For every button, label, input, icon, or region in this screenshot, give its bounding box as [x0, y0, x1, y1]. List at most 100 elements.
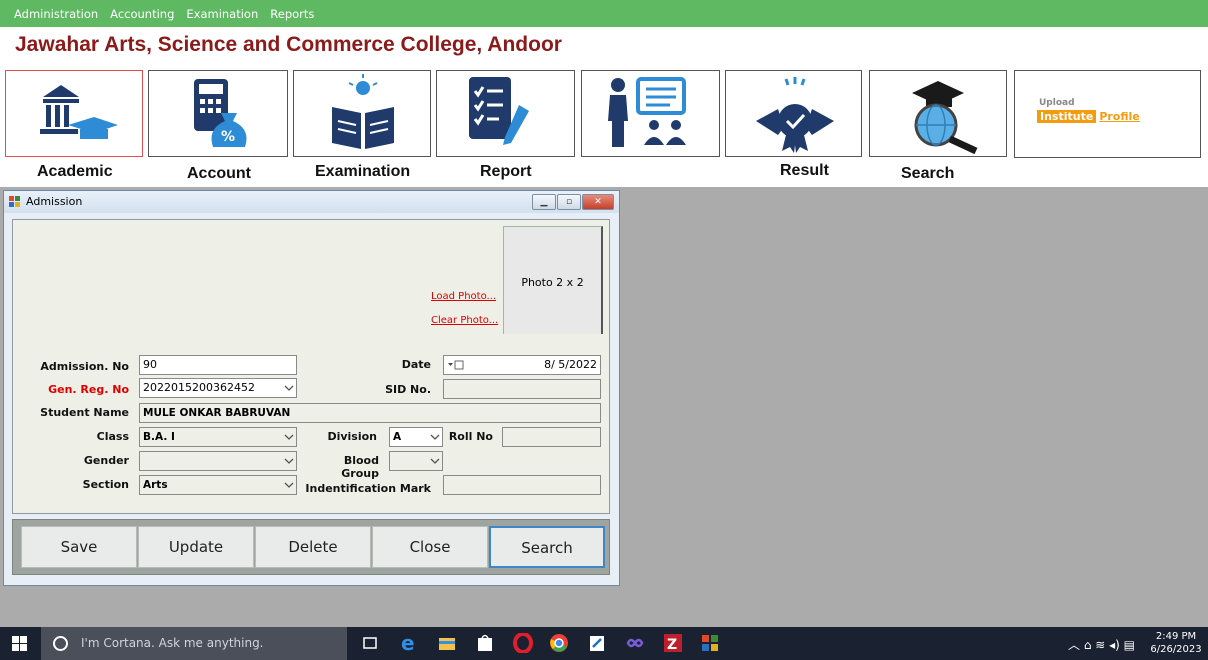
clock-time: 2:49 PM: [1155, 631, 1197, 642]
teaching-tile[interactable]: [581, 70, 720, 157]
section-label: Section: [82, 478, 129, 491]
photo-box: Photo 2 x 2: [503, 226, 603, 334]
infinity-app-icon[interactable]: [625, 633, 645, 653]
admission-no-input[interactable]: 90: [139, 355, 297, 375]
chrome-icon[interactable]: [549, 633, 569, 653]
blood-group-combo[interactable]: [389, 451, 443, 471]
section-combo[interactable]: Arts: [139, 475, 297, 495]
student-name-input[interactable]: MULE ONKAR BABRUVAN: [139, 403, 601, 423]
task-view-icon[interactable]: [360, 633, 380, 653]
opera-icon[interactable]: [513, 633, 533, 653]
system-tray-icons[interactable]: ︿ ⌂ ≋ ◂) ▤: [1068, 636, 1135, 653]
sid-no-input[interactable]: [443, 379, 601, 399]
action-button-bar: Save Update Delete Close Search: [12, 519, 610, 575]
svg-text:e: e: [401, 633, 415, 653]
blood-group-label: Blood Group: [341, 454, 379, 480]
division-label: Division: [327, 430, 377, 443]
load-photo-link[interactable]: Load Photo...: [431, 291, 496, 302]
examination-tile[interactable]: [293, 70, 431, 157]
cortana-search[interactable]: I'm Cortana. Ask me anything.: [41, 627, 347, 660]
close-button[interactable]: Close: [372, 526, 488, 568]
profile-text: Profile: [1099, 110, 1140, 123]
examination-label: Examination: [315, 163, 411, 180]
taskbar-clock[interactable]: 2:49 PM 6/26/2023: [1148, 630, 1204, 656]
menu-bar: Administration Accounting Examination Re…: [0, 0, 1208, 27]
class-combo[interactable]: B.A. I: [139, 427, 297, 447]
update-button[interactable]: Update: [138, 526, 254, 568]
cortana-placeholder: I'm Cortana. Ask me anything.: [81, 636, 264, 650]
date-value: 8/ 5/2022: [544, 358, 597, 371]
file-explorer-icon[interactable]: [437, 633, 457, 653]
windows-start-icon[interactable]: [12, 636, 28, 652]
teacher-class-icon: [608, 77, 686, 147]
account-label: Account: [187, 165, 251, 182]
date-label: Date: [401, 358, 431, 371]
save-button[interactable]: Save: [21, 526, 137, 568]
menu-administration[interactable]: Administration: [14, 7, 98, 21]
close-window-button[interactable]: ✕: [582, 194, 614, 210]
upload-institute-profile[interactable]: Upload Institute Profile: [1014, 70, 1201, 158]
gen-reg-no-value: 2022015200362452: [143, 381, 255, 394]
calculator-money-icon: %: [194, 79, 247, 147]
delete-button[interactable]: Delete: [255, 526, 371, 568]
gen-reg-no-combo[interactable]: 2022015200362452: [139, 378, 297, 398]
globe-search-icon: [912, 81, 978, 155]
book-lightbulb-icon: [332, 74, 394, 149]
account-tile[interactable]: %: [148, 70, 288, 157]
admission-no-label: Admission. No: [40, 360, 129, 373]
menu-examination[interactable]: Examination: [186, 7, 258, 21]
admission-window: Admission ▁ ▫ ✕ Photo 2 x 2 Load Photo..…: [3, 190, 620, 586]
report-label: Report: [480, 163, 532, 180]
division-value: A: [393, 431, 402, 443]
institute-profile-link[interactable]: Institute Profile: [1037, 110, 1140, 123]
result-label: Result: [780, 162, 829, 179]
student-name-label: Student Name: [40, 406, 129, 419]
gender-combo[interactable]: [139, 451, 297, 471]
store-icon[interactable]: [475, 633, 495, 653]
academic-icon: [40, 85, 118, 139]
identification-mark-label: Indentification Mark: [305, 482, 431, 495]
menu-accounting[interactable]: Accounting: [110, 7, 174, 21]
roll-no-label: Roll No: [448, 430, 493, 443]
admission-form-panel: Photo 2 x 2 Load Photo... Clear Photo...…: [12, 219, 610, 514]
search-button[interactable]: Search: [489, 526, 605, 568]
report-checklist-icon: [469, 77, 529, 145]
menu-reports[interactable]: Reports: [270, 7, 314, 21]
search-label: Search: [901, 165, 955, 182]
date-picker[interactable]: 8/ 5/2022: [443, 355, 601, 375]
section-value: Arts: [143, 479, 168, 491]
college-title: Jawahar Arts, Science and Commerce Colle…: [15, 33, 562, 56]
window-titlebar[interactable]: Admission ▁ ▫ ✕: [4, 191, 619, 213]
svg-text:%: %: [221, 129, 235, 145]
class-value: B.A. I: [143, 431, 175, 443]
minimize-button[interactable]: ▁: [532, 194, 556, 210]
report-tile[interactable]: [436, 70, 575, 157]
identification-mark-input[interactable]: [443, 475, 601, 495]
chevron-down-icon: [430, 458, 440, 464]
division-combo[interactable]: A: [389, 427, 443, 447]
form-icon: [9, 196, 20, 207]
filezilla-icon[interactable]: Z: [663, 633, 683, 653]
upload-label: Upload: [1039, 98, 1075, 108]
sid-no-label: SID No.: [385, 383, 431, 396]
active-app-icon[interactable]: [700, 633, 720, 653]
chevron-down-icon: [430, 434, 440, 440]
calendar-icon: [448, 360, 464, 370]
institute-badge: Institute: [1037, 110, 1097, 123]
result-badge-icon: [756, 77, 834, 153]
chevron-down-icon: [284, 434, 294, 440]
gender-label: Gender: [83, 454, 129, 467]
search-tile[interactable]: [869, 70, 1007, 157]
roll-no-input[interactable]: [502, 427, 601, 447]
window-title: Admission: [26, 195, 83, 208]
clock-date: 6/26/2023: [1150, 644, 1202, 655]
chevron-down-icon: [284, 458, 294, 464]
notepad-icon[interactable]: [587, 633, 607, 653]
academic-label: Academic: [37, 163, 113, 180]
result-tile[interactable]: [725, 70, 862, 157]
maximize-button[interactable]: ▫: [557, 194, 581, 210]
class-label: Class: [96, 430, 129, 443]
edge-browser-icon[interactable]: e: [399, 633, 419, 653]
academic-tile[interactable]: [5, 70, 143, 157]
clear-photo-link[interactable]: Clear Photo...: [431, 315, 498, 326]
